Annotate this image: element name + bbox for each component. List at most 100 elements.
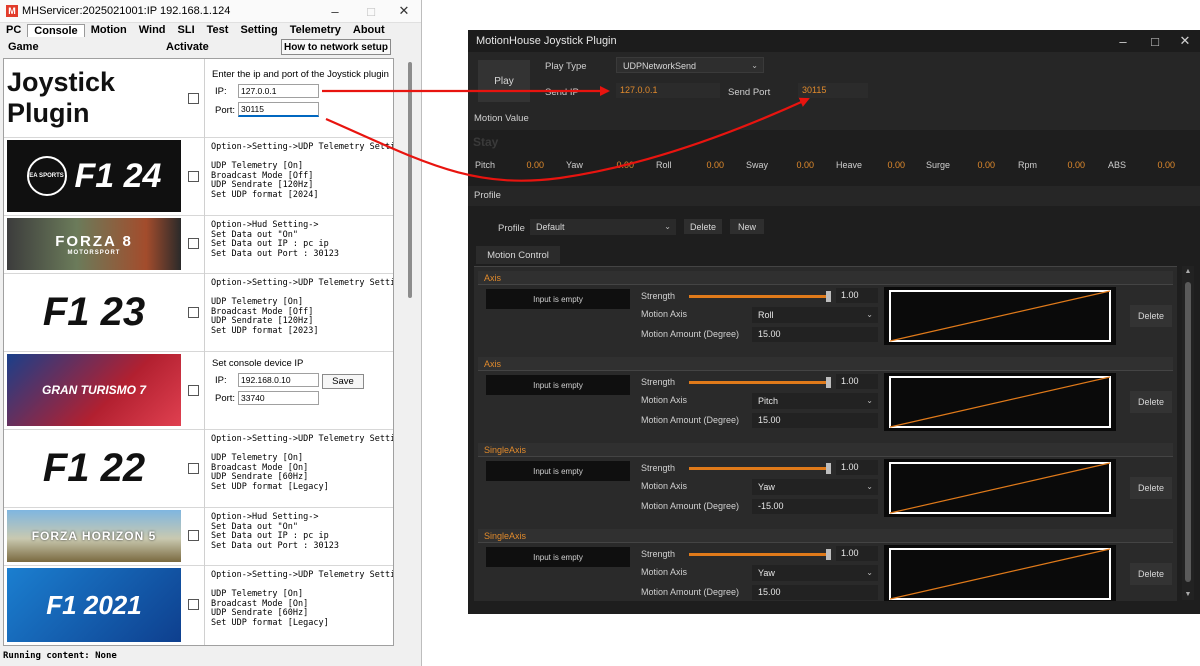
mhservicer-window: M MHServicer:20250210​01:IP 192.168.1.12…	[0, 0, 422, 666]
window-title: MotionHouse Joystick Plugin	[476, 35, 617, 47]
scroll-down-icon[interactable]: ▼	[1182, 591, 1194, 598]
profile-delete-button[interactable]: Delete	[684, 219, 722, 234]
close-icon[interactable]: ✕	[387, 0, 421, 22]
response-curve-graph	[884, 545, 1116, 601]
pitch-label: Pitch	[475, 160, 496, 170]
chevron-down-icon: ⌄	[866, 482, 873, 491]
game-list-scrollbar[interactable]	[404, 58, 416, 644]
motion-amount-input[interactable]: 15.00	[752, 413, 878, 428]
chevron-down-icon: ⌄	[866, 568, 873, 577]
response-curve-graph	[884, 287, 1116, 345]
strength-slider[interactable]	[689, 291, 831, 302]
menu-about[interactable]: About	[347, 24, 391, 36]
chevron-down-icon: ⌄	[751, 61, 758, 70]
motion-axis-select[interactable]: Yaw ⌄	[752, 479, 878, 495]
gran-turismo-logo: GRAN TURISMO 7	[7, 354, 181, 426]
strength-label: Strength	[641, 377, 676, 387]
strength-value[interactable]: 1.00	[836, 374, 878, 389]
yaw-label: Yaw	[566, 160, 583, 170]
axis-input-box[interactable]: Input is empty	[486, 375, 630, 395]
play-type-select[interactable]: UDPNetworkSend ⌄	[616, 57, 764, 73]
close-icon[interactable]: ✕	[1170, 30, 1200, 52]
strength-value[interactable]: 1.00	[836, 546, 878, 561]
activate-checkbox[interactable]	[188, 599, 199, 610]
console-ip-input[interactable]: 192.168.0.10	[238, 373, 319, 387]
axis-type-label: Axis	[478, 357, 1173, 371]
chevron-down-icon: ⌄	[866, 310, 873, 319]
activate-checkbox[interactable]	[188, 171, 199, 182]
strength-value[interactable]: 1.00	[836, 460, 878, 475]
activate-checkbox[interactable]	[188, 530, 199, 541]
menu-console[interactable]: Console	[27, 23, 85, 37]
menu-telemetry[interactable]: Telemetry	[284, 24, 347, 36]
joystick-port-input[interactable]: 30115	[238, 102, 319, 117]
motion-amount-input[interactable]: 15.00	[752, 585, 878, 600]
strength-slider[interactable]	[689, 549, 831, 560]
minimize-icon[interactable]: –	[318, 0, 352, 22]
axis-type-label: SingleAxis	[478, 529, 1173, 543]
send-port-label: Send Port	[728, 87, 771, 98]
motion-axis-select[interactable]: Yaw ⌄	[752, 565, 878, 581]
send-ip-input[interactable]: 127.0.0.1	[616, 83, 720, 98]
title-bar: MotionHouse Joystick Plugin – □ ✕	[468, 30, 1200, 52]
axis-input-box[interactable]: Input is empty	[486, 289, 630, 309]
profile-select[interactable]: Default ⌄	[530, 219, 676, 235]
game-list[interactable]: Joystick Plugin Enter the ip and port of…	[3, 58, 394, 646]
activate-checkbox[interactable]	[188, 93, 199, 104]
profile-section-label: Profile	[474, 190, 501, 201]
forza-horizon-logo: FORZA HORIZON 5	[7, 510, 181, 562]
chevron-down-icon: ⌄	[866, 396, 873, 405]
strength-slider[interactable]	[689, 377, 831, 388]
play-button[interactable]: Play	[478, 60, 530, 102]
strength-label: Strength	[641, 463, 676, 473]
connection-panel: Play Play Type UDPNetworkSend ⌄ Send IP 1…	[468, 52, 1200, 110]
activate-checkbox[interactable]	[188, 385, 199, 396]
motion-amount-label: Motion Amount (Degree)	[641, 587, 740, 597]
menu-pc[interactable]: PC	[0, 24, 27, 36]
maximize-icon[interactable]: □	[354, 0, 388, 22]
game-instructions: Option->Setting->UDP Telemetry Setting U…	[211, 142, 393, 200]
motion-value-label: Motion Value	[474, 113, 529, 124]
game-row-joystick: Joystick Plugin Enter the ip and port of…	[4, 59, 393, 138]
axis-delete-button[interactable]: Delete	[1130, 305, 1172, 327]
activate-checkbox[interactable]	[188, 238, 199, 249]
heave-label: Heave	[836, 160, 863, 170]
activate-checkbox[interactable]	[188, 307, 199, 318]
motion-axis-select[interactable]: Pitch ⌄	[752, 393, 878, 409]
motion-control-scrollbar[interactable]: ▲ ▼	[1182, 266, 1194, 600]
strength-slider[interactable]	[689, 463, 831, 474]
profile-new-button[interactable]: New	[730, 219, 764, 234]
roll-value: 0.00	[706, 160, 724, 170]
menu-motion[interactable]: Motion	[85, 24, 133, 36]
motion-amount-input[interactable]: 15.00	[752, 327, 878, 342]
sway-value: 0.00	[796, 160, 814, 170]
motion-axis-select[interactable]: Roll ⌄	[752, 307, 878, 323]
strength-value[interactable]: 1.00	[836, 288, 878, 303]
console-header: Game Activate How to network setup	[0, 37, 421, 55]
axis-block: SingleAxis Input is empty Strength 1.00 …	[474, 443, 1177, 529]
maximize-icon[interactable]: □	[1140, 30, 1170, 52]
menu-sli[interactable]: SLI	[172, 24, 201, 36]
minimize-icon[interactable]: –	[1108, 30, 1138, 52]
joystick-plugin-window: MotionHouse Joystick Plugin – □ ✕ Play P…	[468, 30, 1200, 614]
joystick-ip-input[interactable]: 127.0.0.1	[238, 84, 319, 98]
tab-motion-control[interactable]: Motion Control	[476, 246, 560, 264]
how-to-network-setup-button[interactable]: How to network setup	[281, 39, 391, 55]
axis-input-box[interactable]: Input is empty	[486, 547, 630, 567]
menu-test[interactable]: Test	[201, 24, 235, 36]
menu-setting[interactable]: Setting	[234, 24, 283, 36]
menu-wind[interactable]: Wind	[133, 24, 172, 36]
axis-delete-button[interactable]: Delete	[1130, 391, 1172, 413]
send-port-input[interactable]: 30115	[798, 83, 868, 98]
scroll-up-icon[interactable]: ▲	[1182, 268, 1194, 275]
axis-input-box[interactable]: Input is empty	[486, 461, 630, 481]
axis-delete-button[interactable]: Delete	[1130, 477, 1172, 499]
axis-delete-button[interactable]: Delete	[1130, 563, 1172, 585]
game-row-gran-turismo-7: GRAN TURISMO 7 Set console device IP IP:…	[4, 351, 393, 430]
activate-checkbox[interactable]	[188, 463, 199, 474]
motion-amount-input[interactable]: -15.00	[752, 499, 878, 514]
strength-label: Strength	[641, 291, 676, 301]
save-button[interactable]: Save	[322, 374, 364, 389]
port-label: Port:	[215, 105, 236, 116]
console-port-input[interactable]: 33740	[238, 391, 319, 405]
